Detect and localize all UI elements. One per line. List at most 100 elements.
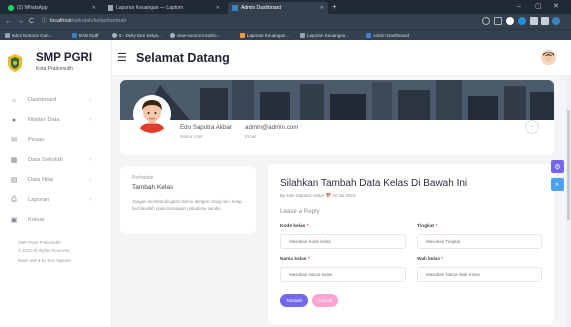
- back-icon[interactable]: ←: [5, 17, 12, 26]
- close-icon[interactable]: ✕: [320, 5, 324, 11]
- puzzle-icon[interactable]: [530, 17, 538, 25]
- close-icon[interactable]: ✕: [216, 5, 220, 11]
- secure-icon[interactable]: ⓘ: [42, 17, 47, 26]
- chevron-right-icon: ›: [89, 157, 91, 163]
- extension-icon[interactable]: [518, 17, 526, 25]
- message-icon: ✉: [11, 137, 17, 144]
- submit-button[interactable]: Tambah: [280, 294, 308, 307]
- sidebar-item-data-sekolah[interactable]: ▦ Data Sekolah ›: [10, 155, 105, 165]
- settings-gear-icon[interactable]: ⚙: [551, 160, 564, 173]
- label-text: Wali kelas: [417, 257, 441, 262]
- kode-kelas-label: Kode kelas *: [280, 224, 309, 229]
- bookmark-item[interactable]: Admin Dashboard: [366, 32, 409, 39]
- wali-kelas-input[interactable]: [417, 267, 542, 282]
- tab-admin-dashboard[interactable]: Admin Dashboard ✕: [228, 2, 328, 14]
- new-tab-button[interactable]: +: [332, 2, 337, 12]
- avatar-face-icon: [133, 95, 171, 133]
- bookmark-label: Laporan Keuangan...: [307, 33, 350, 38]
- bookmark-label: Laporan Keuangan...: [247, 33, 290, 38]
- sidebar-item-label: Dashboard: [28, 97, 57, 103]
- footer-credit: Made with ♥ by Edo Saputra: [18, 258, 71, 263]
- brand-subtitle: Kota Prabumulih: [36, 66, 73, 72]
- sidebar-item-data-nilai[interactable]: ▤ Data Nilai ›: [10, 175, 105, 185]
- bookmark-star-icon[interactable]: [494, 17, 502, 25]
- page-icon: [240, 33, 245, 39]
- page-icon: [108, 5, 113, 11]
- cancel-button[interactable]: Cancel: [312, 294, 338, 307]
- tab-laporan[interactable]: Laporan Keuangan — Laptom ✕: [104, 2, 224, 14]
- bookmark-item[interactable]: BAB Epdf: [72, 32, 99, 39]
- logout-icon: ▣: [10, 217, 18, 224]
- browser-tabbar: (2) WhatsApp ✕ Laporan Keuangan — Laptom…: [0, 0, 571, 14]
- chevron-right-icon: ›: [89, 117, 91, 123]
- page-icon: [300, 33, 305, 39]
- bookmark-item[interactable]: 5 - Deity Den Setya...: [112, 32, 162, 39]
- theme-customizer-icon[interactable]: ◐: [551, 178, 564, 191]
- admin-dashboard-favicon: [232, 5, 238, 11]
- bookmark-item[interactable]: Laporan Keuangan...: [300, 32, 349, 39]
- menu-toggle-icon[interactable]: ☰: [117, 52, 127, 64]
- account-avatar-icon[interactable]: [552, 17, 560, 25]
- tab-label: Admin Dashboard: [241, 5, 282, 11]
- sidebar-item-laporan[interactable]: ⎙ Laporan ›: [10, 195, 105, 205]
- tab-whatsapp[interactable]: (2) WhatsApp ✕: [4, 2, 100, 14]
- share-icon[interactable]: [482, 17, 490, 25]
- chevron-right-icon: ›: [89, 177, 91, 183]
- sidebar-item-label: Keluar: [28, 217, 45, 223]
- form-meta: By Edo Saputra Akbar 📅 20 Jul 2023: [280, 193, 356, 198]
- profile-name: Edo Saputra Akbar: [180, 124, 232, 131]
- chevron-right-icon: ›: [89, 97, 91, 103]
- sidebar-item-dashboard[interactable]: ⌂ Dashboard ›: [10, 95, 105, 105]
- minimize-button[interactable]: –: [517, 2, 521, 12]
- sidebar-item-master-data[interactable]: ● Master Data ›: [10, 115, 105, 125]
- bookmark-item[interactable]: 5dc3 Nortoon Cari...: [5, 32, 52, 39]
- school-logo-icon: [8, 54, 22, 72]
- forward-icon[interactable]: →: [17, 17, 24, 26]
- scrollbar-thumb[interactable]: [567, 110, 570, 220]
- sidebar-item-keluar[interactable]: ▣ Keluar: [10, 215, 105, 225]
- note-heading: Perhatian: [132, 175, 154, 181]
- bookmark-icon: [72, 33, 77, 39]
- apps-icon: [5, 33, 10, 39]
- sidebar-item-label: Pesan: [28, 137, 45, 143]
- reload-icon[interactable]: C: [29, 17, 34, 26]
- profile-card: [120, 80, 554, 155]
- nama-kelas-label: Nama kelas *: [280, 257, 310, 262]
- label-text: Nama kelas: [280, 257, 307, 262]
- close-icon[interactable]: ✕: [92, 5, 96, 11]
- required-marker: *: [307, 257, 310, 262]
- tab-label: Laporan Keuangan — Laptom: [116, 5, 183, 11]
- required-marker: *: [441, 257, 444, 262]
- sidebar-item-pesan[interactable]: ✉ Pesan: [10, 135, 105, 145]
- database-icon: ●: [11, 116, 17, 124]
- sidepanel-icon[interactable]: [541, 17, 549, 25]
- profile-avatar: [133, 95, 171, 133]
- user-avatar[interactable]: [541, 50, 556, 65]
- window-close-button[interactable]: ✕: [553, 2, 559, 12]
- avatar-face-icon: [541, 50, 556, 65]
- nama-kelas-input[interactable]: [280, 267, 406, 282]
- form-subtitle: Leave a Reply: [280, 208, 320, 215]
- url-input[interactable]: localhost/sekolah/kelas/tambah: [50, 17, 470, 26]
- chevron-right-icon: ›: [89, 197, 91, 203]
- footer-school: SMP PGRI Prabumulih: [18, 240, 61, 245]
- more-options-button[interactable]: ···: [525, 120, 539, 134]
- bookmark-item[interactable]: Laporan Keuangan...: [240, 32, 289, 39]
- url-host: localhost: [50, 18, 72, 24]
- printer-icon: ⎙: [11, 196, 17, 203]
- wali-kelas-label: Wali kelas *: [417, 257, 443, 262]
- label-text: Kode kelas: [280, 224, 306, 229]
- home-icon: ⌂: [11, 96, 17, 104]
- footer-copyright: © 2023 All Rights Reserved: [18, 248, 70, 253]
- bookmark-label: 5dc3 Nortoon Cari...: [12, 33, 53, 38]
- profile-circle-icon[interactable]: [506, 17, 514, 25]
- profile-email: admin@admin.com: [245, 124, 299, 131]
- kode-kelas-input[interactable]: [280, 234, 406, 249]
- tingkat-input[interactable]: [417, 234, 542, 249]
- globe-icon: [112, 33, 117, 39]
- profile-email-label: Email: [245, 134, 257, 139]
- bookmark-item[interactable]: view-source:localho...: [170, 32, 220, 39]
- bookmark-label: BAB Epdf: [79, 33, 99, 38]
- sidebar-item-label: Master Data: [28, 117, 60, 123]
- maximize-button[interactable]: ▢: [535, 2, 542, 12]
